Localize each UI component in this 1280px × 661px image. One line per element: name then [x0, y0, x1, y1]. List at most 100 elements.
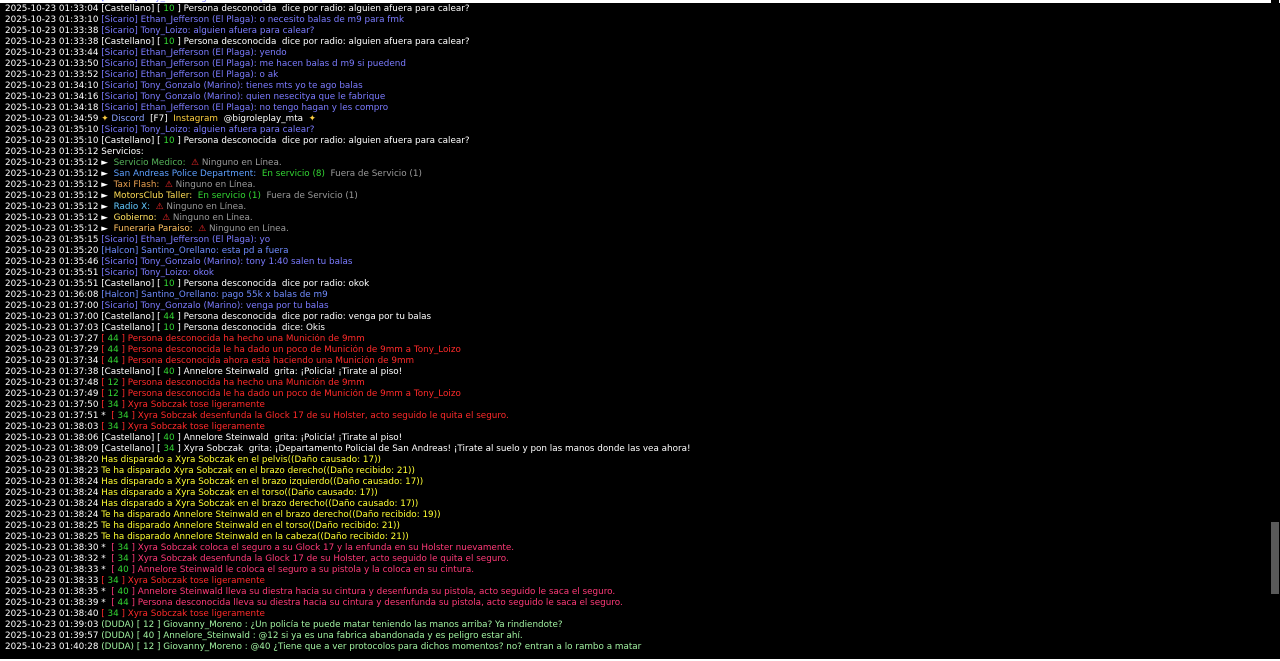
chat-segment: ] Persona desconocida dice por radio: al… — [174, 136, 470, 146]
chat-segment: * — [101, 565, 112, 575]
chat-time: 01:38:03 — [58, 422, 102, 432]
chat-segment: ] Persona desconocida dice por radio: ok… — [174, 279, 370, 289]
chat-line: 2025-10-23 01:38:25 Te ha disparado Anne… — [5, 532, 1267, 543]
chat-line: 2025-10-23 01:38:24 Te ha disparado Anne… — [5, 510, 1267, 521]
chat-segment: 44 — [107, 345, 119, 355]
chat-date: 2025-10-23 — [5, 235, 59, 245]
chat-date: 2025-10-23 — [5, 48, 59, 58]
chat-line: 2025-10-23 01:37:27 [ 44 ] Persona desco… — [5, 334, 1267, 345]
chat-segment: 34 — [117, 554, 129, 564]
chat-scrollbar[interactable] — [1271, 0, 1279, 661]
chat-segment: 44 — [117, 598, 129, 608]
chat-segment: 10 — [163, 279, 175, 289]
chat-time: 01:33:52 — [58, 70, 102, 80]
chat-segment: ► — [101, 224, 114, 234]
chat-segment: Taxi Flash: — [113, 180, 165, 190]
chat-time: 01:38:35 — [58, 587, 102, 597]
chat-date: 2025-10-23 — [5, 301, 59, 311]
chat-segment: Servicio Medico: — [113, 158, 192, 168]
chat-time: 01:38:40 — [58, 609, 102, 619]
chat-line: 2025-10-23 01:38:24 Has disparado a Xyra… — [5, 477, 1267, 488]
chat-date: 2025-10-23 — [5, 554, 59, 564]
chat-segment: [Halcon] Santino_Orellano: esta pd a fue… — [101, 246, 289, 256]
chat-segment: ⚠ — [191, 158, 202, 168]
chat-time: 01:35:12 — [58, 180, 102, 190]
chat-line: 2025-10-23 01:35:12 ► MotorsClub Taller:… — [5, 191, 1267, 202]
chat-time: 01:33:04 — [58, 4, 102, 14]
chat-date: 2025-10-23 — [5, 180, 59, 190]
chat-segment: ► — [101, 158, 114, 168]
scrollbar-thumb[interactable] — [1271, 522, 1279, 594]
chat-segment: [Sicario] Tony_Gonzalo (Marino): tony 1:… — [101, 257, 353, 267]
chat-line: 2025-10-23 01:34:59 ✦ Discord [F7] Insta… — [5, 114, 1267, 125]
chat-time: 01:35:10 — [58, 125, 102, 135]
chat-time: 01:38:25 — [58, 521, 102, 531]
chat-segment: ✦ — [308, 114, 317, 124]
chat-segment: Te ha disparado Xyra Sobczak en el brazo… — [101, 466, 415, 476]
chat-date: 2025-10-23 — [5, 125, 59, 135]
chat-time: 01:37:03 — [58, 323, 102, 333]
chat-segment: ] Persona desconocida ha hecho una Munic… — [118, 378, 365, 388]
chat-date: 2025-10-23 — [5, 334, 59, 344]
chat-date: 2025-10-23 — [5, 158, 59, 168]
chat-segment: [Halcon] Santino_Orellano: pago 55k x ba… — [101, 290, 328, 300]
chat-time: 01:38:33 — [58, 565, 102, 575]
chat-line: 2025-10-23 01:35:51 [Castellano] [ 10 ] … — [5, 279, 1267, 290]
chat-time: 01:38:24 — [58, 510, 102, 520]
chat-date: 2025-10-23 — [5, 191, 59, 201]
chat-time: 01:33:10 — [58, 15, 102, 25]
chat-date: 2025-10-23 — [5, 4, 59, 14]
chat-time: 01:33:04 — [59, 0, 101, 3]
chat-segment: 34 — [107, 576, 119, 586]
chat-segment: 34 — [117, 411, 129, 421]
chat-line: 2025-10-23 01:37:03 [Castellano] [ 10 ] … — [5, 323, 1267, 334]
chat-segment: 44 — [107, 356, 119, 366]
chat-segment: MotorsClub Taller: — [113, 191, 198, 201]
chat-date: 2025-10-23 — [5, 224, 59, 234]
chat-segment: (DUDA) [ 12 ] Giovanny_Moreno : ¿Un poli… — [101, 620, 563, 630]
chat-time: 01:35:12 — [58, 224, 102, 234]
chat-segment: * — [101, 598, 112, 608]
chat-segment: [Sicario] Ethan_Jefferson (El Plaga): yo — [101, 235, 271, 245]
chat-segment: ] Persona desconocida lleva su diestra h… — [128, 598, 623, 608]
chat-time: 01:38:24 — [58, 477, 102, 487]
chat-time: 01:35:12 — [58, 169, 102, 179]
chat-segment: ] Xyra Sobczak tose ligeramente — [118, 422, 265, 432]
chat-time: 01:33:38 — [58, 26, 102, 36]
chat-date: 2025-10-23 — [5, 268, 59, 278]
chat-line: 2025-10-23 01:35:12 Servicios: — [5, 147, 1267, 158]
chat-date: 2025-10-23 — [5, 400, 59, 410]
chat-segment: ] Persona desconocida dice por radio: al… — [174, 4, 470, 14]
chat-time: 01:35:12 — [58, 213, 102, 223]
chat-segment: En servicio (1) — [197, 191, 267, 201]
chat-line: 2025-10-23 01:36:08 [Halcon] Santino_Ore… — [5, 290, 1267, 301]
chat-date: 2025-10-23 — [5, 565, 59, 575]
chat-line: 2025-10-23 01:38:33 * [ 40 ] Annelore St… — [5, 565, 1267, 576]
chat-time: 01:33:38 — [58, 37, 102, 47]
chat-time: 01:34:18 — [58, 103, 102, 113]
chat-time: 01:37:27 — [58, 334, 102, 344]
chat-date: 2025-10-23 — [5, 499, 59, 509]
chat-date: 2025-10-23 — [5, 411, 59, 421]
chat-segment: 44 — [107, 334, 119, 344]
chat-line: 2025-10-23 01:35:51 [Sicario] Tony_Loizo… — [5, 268, 1267, 279]
chat-time: 01:39:03 — [58, 620, 102, 630]
chat-time: 01:35:12 — [58, 147, 102, 157]
chat-segment: [Castellano] [ — [101, 136, 164, 146]
chat-date: 2025-10-23 — [5, 345, 59, 355]
chat-time: 01:38:25 — [58, 532, 102, 542]
chat-line: 2025-10-23 01:39:57 (DUDA) [ 40 ] Annelo… — [5, 631, 1267, 642]
chat-time: 01:37:34 — [58, 356, 102, 366]
chat-date: 2025-10-23 — [5, 367, 59, 377]
chat-time: 01:38:06 — [58, 433, 102, 443]
chat-segment: Has disparado a Xyra Sobczak en el brazo… — [101, 477, 424, 487]
chat-time: 01:35:51 — [58, 268, 102, 278]
chat-segment: Radio X: — [113, 202, 156, 212]
chat-line: 2025-10-23 01:35:12 ► Gobierno: ⚠ Ningun… — [5, 213, 1267, 224]
chat-segment: [Castellano] [ — [101, 312, 164, 322]
chat-segment: Ninguno en Línea. — [175, 180, 256, 190]
chat-line: 2025-10-23 01:37:00 [Castellano] [ 44 ] … — [5, 312, 1267, 323]
chat-segment: Ninguno en Línea. — [166, 202, 247, 212]
chat-time: 01:38:30 — [58, 543, 102, 553]
chat-time: 01:35:10 — [58, 136, 102, 146]
